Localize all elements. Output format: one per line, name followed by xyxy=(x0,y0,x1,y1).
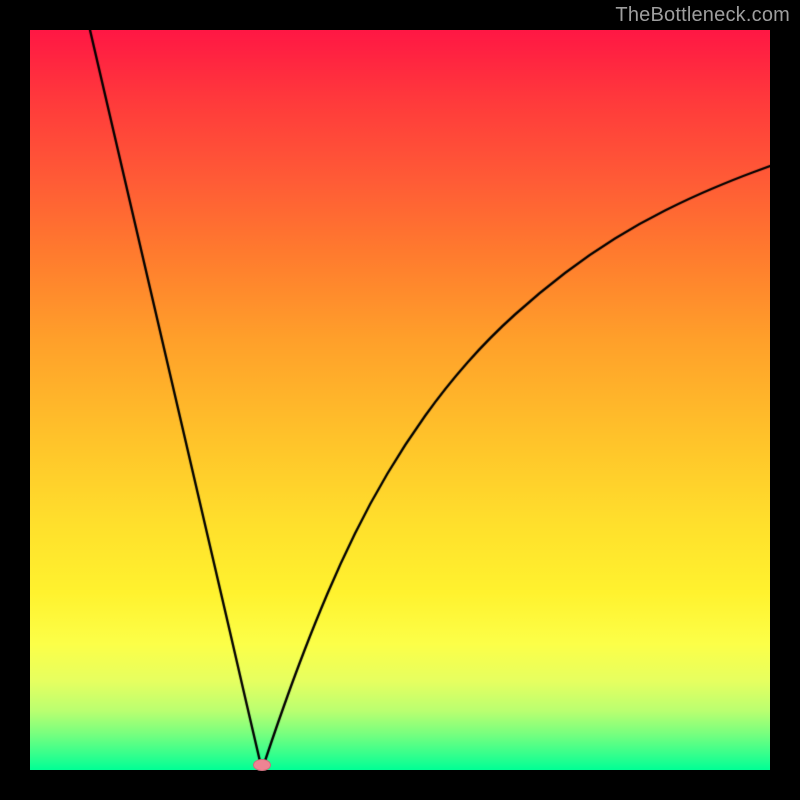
chart-frame: TheBottleneck.com xyxy=(0,0,800,800)
min-marker xyxy=(253,759,271,771)
watermark-text: TheBottleneck.com xyxy=(615,4,790,27)
bottleneck-curve xyxy=(30,30,770,770)
plot-area xyxy=(30,30,770,770)
